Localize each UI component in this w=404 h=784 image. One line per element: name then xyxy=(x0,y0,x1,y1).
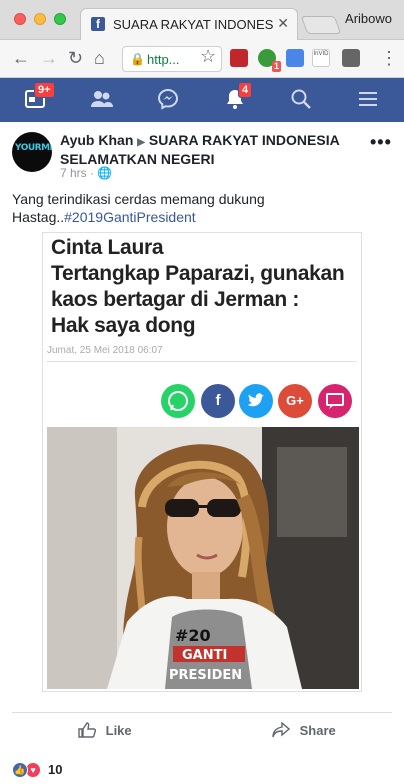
lock-icon: 🔒 xyxy=(130,52,145,66)
article-photo: #20 GANTI PRESIDEN xyxy=(47,427,359,689)
shirt-text: #20 xyxy=(175,626,211,645)
facebook-icon: f xyxy=(201,384,235,418)
close-window-button[interactable] xyxy=(14,13,26,25)
article-date: Jumat, 25 Mei 2018 06:07 xyxy=(47,345,163,356)
shirt-text: PRESIDEN xyxy=(169,668,242,683)
headline-line: kaos bertagar di Jerman : xyxy=(51,288,300,311)
globe-icon: 🌐 xyxy=(97,166,113,180)
feed-badge: 9+ xyxy=(34,82,55,98)
post-time[interactable]: 7 hrs xyxy=(60,166,87,180)
tab-title: SUARA RAKYAT INDONESIA xyxy=(113,17,273,32)
browser-menu-icon[interactable]: ⋮ xyxy=(380,48,398,68)
minimize-window-button[interactable] xyxy=(34,13,46,25)
reload-icon[interactable]: ↻ xyxy=(68,48,83,68)
hashtag-link[interactable]: #2019GantiPresident xyxy=(64,209,196,225)
notifications-badge: 4 xyxy=(238,82,253,98)
home-icon[interactable]: ⌂ xyxy=(94,48,105,68)
menu-icon[interactable] xyxy=(357,88,379,115)
divider xyxy=(47,361,357,362)
reaction-count: 10 xyxy=(48,762,63,777)
headline-line: Cinta Laura xyxy=(51,236,164,259)
search-icon[interactable] xyxy=(290,88,312,115)
messenger-icon[interactable] xyxy=(157,88,179,115)
share-arrow-icon xyxy=(272,721,300,738)
forward-icon[interactable]: → xyxy=(40,48,58,68)
post-text: Yang terindikasi cerdas memang dukung Ha… xyxy=(12,190,392,226)
translate-extension-icon[interactable] xyxy=(286,49,304,67)
author-name[interactable]: Ayub Khan xyxy=(60,132,133,148)
thumbs-up-icon xyxy=(78,722,106,738)
divider xyxy=(12,712,392,713)
facebook-favicon-icon: f xyxy=(91,17,105,31)
facebook-nav-bar: 9+ 4 xyxy=(0,78,404,122)
bookmark-star-icon[interactable]: ☆ xyxy=(200,46,216,67)
browser-tab[interactable]: f SUARA RAKYAT INDONESIA ✕ xyxy=(80,8,298,40)
extension-icon[interactable]: 1 xyxy=(258,49,281,72)
share-label: Share xyxy=(299,723,336,738)
post-image[interactable]: Cinta Laura Tertangkap Paparazi, gunakan… xyxy=(42,232,362,692)
post-text-prefix: Hastag.. xyxy=(12,209,65,225)
twitter-icon xyxy=(239,384,273,418)
more-options-icon[interactable]: ••• xyxy=(370,132,392,153)
headline-line: Hak saya dong xyxy=(51,314,196,337)
browser-toolbar: ← → ↻ ⌂ 🔒 http... ☆ 1 InVID ⋮ xyxy=(0,40,404,78)
profile-name[interactable]: Aribowo xyxy=(345,11,392,26)
post-card: YOURMEWAN Ayub Khan ▶ SUARA RAKYAT INDON… xyxy=(0,122,404,784)
whatsapp-icon xyxy=(161,384,195,418)
avatar[interactable]: YOURMEWAN xyxy=(12,132,52,172)
like-button[interactable]: Like xyxy=(78,722,132,740)
arrow-right-icon: ▶ xyxy=(137,137,145,148)
google-plus-icon: G+ xyxy=(278,384,312,418)
maximize-window-button[interactable] xyxy=(54,13,66,25)
new-tab-button[interactable] xyxy=(300,16,342,34)
headline-line: Tertangkap Paparazi, gunakan xyxy=(51,262,345,285)
post-meta: 7 hrs · 🌐 xyxy=(60,166,113,180)
post-text-line: Yang terindikasi cerdas memang dukung xyxy=(12,191,265,207)
avatar-logo-text: YOURMEWAN xyxy=(15,143,52,153)
post-header: Ayub Khan ▶ SUARA RAKYAT INDONESIA SELAM… xyxy=(60,132,360,168)
shirt-text: GANTI xyxy=(182,648,227,663)
like-label: Like xyxy=(105,723,132,738)
comment-icon xyxy=(318,384,352,418)
url-text: http... xyxy=(147,52,180,67)
extension-badge: 1 xyxy=(271,61,281,72)
ublock-extension-icon[interactable] xyxy=(230,49,248,67)
close-tab-icon[interactable]: ✕ xyxy=(277,15,289,32)
download-extension-icon[interactable] xyxy=(342,49,360,67)
friends-icon[interactable] xyxy=(90,88,114,115)
share-button[interactable]: Share xyxy=(272,721,336,740)
invid-extension-icon[interactable]: InVID xyxy=(312,49,330,67)
like-reaction-icon: 👍 xyxy=(12,762,28,778)
back-icon[interactable]: ← xyxy=(12,48,30,68)
browser-titlebar: f SUARA RAKYAT INDONESIA ✕ Aribowo xyxy=(0,0,404,40)
article-headline: Cinta Laura Tertangkap Paparazi, gunakan… xyxy=(51,235,361,339)
